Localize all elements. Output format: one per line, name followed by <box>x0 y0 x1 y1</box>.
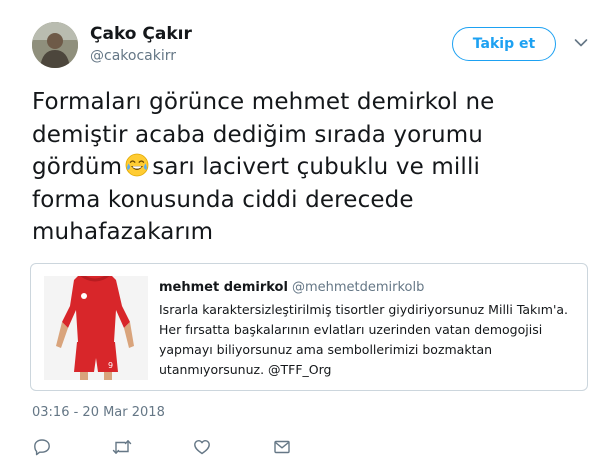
quoted-tweet[interactable]: 9 mehmet demirkol @mehmetdemirkolb Israrl… <box>30 263 588 391</box>
quoted-author-handle: @mehmetdemirkolb <box>291 280 425 295</box>
like-icon <box>194 440 210 455</box>
quoted-author-name: mehmet demirkol <box>159 280 288 295</box>
avatar[interactable] <box>32 22 78 68</box>
tweet-segment: gördüm <box>32 154 123 180</box>
tweet-segment: sarı lacivert çubuklu ve milli <box>152 154 481 180</box>
follow-button[interactable]: Takip et <box>452 27 556 61</box>
face-with-tears-of-joy-icon <box>125 153 149 177</box>
message-icon <box>274 440 290 454</box>
like-button[interactable] <box>191 436 213 458</box>
quoted-line: Israrla karaktersizleştirilmiş tisortler… <box>159 302 569 317</box>
tweet-line: demiştir acaba dediğim sırada yorumu <box>32 121 484 148</box>
tweet-line: muhafazakarım <box>32 219 214 245</box>
quoted-tweet-author: mehmet demirkol @mehmetdemirkolb <box>159 280 424 295</box>
tweet-timestamp[interactable]: 03:16 - 20 Mar 2018 <box>32 405 165 420</box>
svg-text:9: 9 <box>108 361 113 370</box>
quoted-tweet-text: Israrla karaktersizleştirilmiş tisortler… <box>159 300 579 380</box>
tweet-text: Formaları görünce mehmet demirkol ne dem… <box>32 86 532 249</box>
retweet-icon <box>112 440 132 454</box>
follow-button-label: Takip et <box>472 36 536 52</box>
retweet-button[interactable] <box>111 436 133 458</box>
quoted-line: Her fırsatta başkalarının evlatları uzer… <box>159 322 543 337</box>
chevron-down-icon[interactable] <box>574 38 588 48</box>
user-display-name[interactable]: Çako Çakır <box>90 24 192 44</box>
quoted-line: yapmayı biliyorsunuz ama sembollerimizi … <box>159 342 493 357</box>
user-handle[interactable]: @cakocakirr <box>90 48 176 64</box>
reply-icon <box>34 439 50 456</box>
message-button[interactable] <box>271 436 293 458</box>
reply-button[interactable] <box>31 436 53 458</box>
tweet-line: Formaları görünce mehmet demirkol ne <box>32 89 495 115</box>
quoted-line: utanmıyorsunuz. @TFF_Org <box>159 362 332 377</box>
tweet-line: gördüm sarı lacivert çubuklu ve milli <box>32 151 532 184</box>
tweet-line: forma konusunda ciddi derecede <box>32 186 414 213</box>
quoted-tweet-image: 9 <box>44 276 148 380</box>
